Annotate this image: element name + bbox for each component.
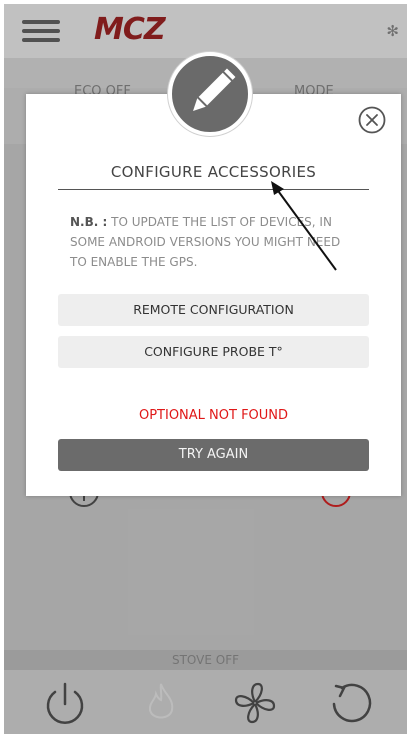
- close-icon[interactable]: [357, 105, 387, 135]
- pencil-icon: [193, 68, 236, 111]
- gps-note: N.B. : TO UPDATE THE LIST OF DEVICES, IN…: [70, 212, 360, 272]
- configure-accessories-dialog: CONFIGURE ACCESSORIES N.B. : TO UPDATE T…: [26, 94, 401, 496]
- edit-badge: [168, 52, 252, 136]
- note-prefix: N.B. :: [70, 215, 108, 229]
- try-again-button[interactable]: TRY AGAIN: [58, 439, 369, 471]
- app-screen: MCZ ✻ ECO OFF MODE STOVE OFF CONFIGURE A…: [4, 4, 407, 734]
- optional-status-text: OPTIONAL NOT FOUND: [138, 408, 289, 423]
- dialog-title: CONFIGURE ACCESSORIES: [110, 163, 317, 181]
- note-text: TO UPDATE THE LIST OF DEVICES, IN SOME A…: [70, 215, 341, 269]
- remote-configuration-button[interactable]: REMOTE CONFIGURATION: [58, 294, 369, 326]
- title-divider: [58, 189, 369, 190]
- configure-probe-button[interactable]: CONFIGURE PROBE T°: [58, 336, 369, 368]
